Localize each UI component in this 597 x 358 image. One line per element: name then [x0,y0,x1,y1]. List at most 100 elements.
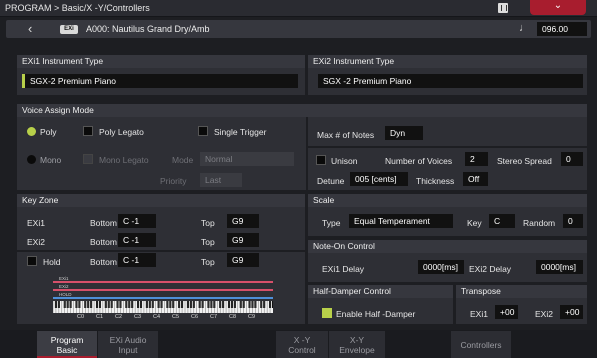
thickness-label: Thickness [416,176,455,186]
exi-bank-badge: EXi [60,25,78,34]
enable-half-damper-checkbox[interactable] [322,308,332,318]
number-of-voices-value[interactable]: 2 [465,152,488,166]
quarter-note-icon: ♩ [519,22,530,34]
page-menu-icon[interactable] [498,3,508,13]
exi2-zone-label: EXi2 [27,237,45,247]
transpose-exi2-label: EXi2 [535,309,553,319]
priority-label: Priority [160,176,187,186]
scale-header: Scale [308,194,587,207]
octave-label: C9 [248,314,256,320]
poly-label: Poly [40,127,57,137]
exi2-delay-value[interactable]: 0000[ms] [536,260,583,274]
tab-controllers[interactable]: Controllers [451,331,511,358]
priority-value[interactable]: Last [200,173,242,187]
mono-radio[interactable] [27,155,36,164]
scale-random-value[interactable]: 0 [563,214,583,228]
octave-label: C5 [172,314,180,320]
stereo-spread-label: Stereo Spread [497,156,552,166]
exi1-top-label: Top [201,218,215,228]
exi2-top-value[interactable]: G9 [227,233,259,247]
tab-label-line1: Program [50,335,84,345]
number-of-voices-label: Number of Voices [385,156,453,166]
octave-label: C8 [229,314,237,320]
page-path: PROGRAM > Basic/X -Y/Controllers [5,3,150,13]
octave-label: C3 [134,314,142,320]
stereo-spread-value[interactable]: 0 [561,152,583,166]
chevron-down-icon[interactable]: ⌄ [530,0,586,15]
tab-label-line1: EXi Audio [109,335,147,345]
tab-label-line2: Input [118,345,138,355]
max-notes-label: Max # of Notes [317,130,375,140]
exi1-bottom-value[interactable]: C -1 [118,214,156,228]
transpose-header: Transpose [456,285,587,298]
exi1-delay-value[interactable]: 0000[ms] [418,260,464,274]
mode-value[interactable]: Normal [200,152,294,166]
voice-assign-header: Voice Assign Mode [17,104,587,117]
enable-half-damper-label: Enable Half -Damper [336,309,416,319]
detune-value[interactable]: 005 [cents] [350,172,408,186]
exi2-bottom-value[interactable]: C -1 [118,233,156,247]
hold-bottom-value[interactable]: C -1 [118,253,156,267]
chevron-left-icon[interactable]: ‹ [28,21,32,36]
hold-checkbox[interactable] [27,256,37,266]
unison-label: Unison [331,156,358,166]
exi1-bottom-label: Bottom [90,218,117,228]
poly-radio[interactable] [27,127,36,136]
tab-label-line2: Basic [56,345,78,355]
transpose-exi1-value[interactable]: +00 [495,305,518,319]
piano-keys [53,301,273,313]
exi1-instrument-type[interactable]: SGX-2 Premium Piano [22,74,298,88]
title-bar: PROGRAM > Basic/X -Y/Controllers ⌄ [0,0,597,17]
scale-key-label: Key [467,218,482,228]
tab-label-line1: Controllers [460,340,502,350]
single-trigger-label: Single Trigger [214,127,267,137]
scale-random-label: Random [523,218,556,228]
octave-label: C1 [96,314,104,320]
unison-checkbox[interactable] [316,155,326,165]
hold-bottom-label: Bottom [90,257,117,267]
exi2-bottom-label: Bottom [90,237,117,247]
single-trigger-checkbox[interactable] [198,126,208,136]
octave-label: C4 [153,314,161,320]
voice-assign-divider [306,117,308,190]
max-notes-value[interactable]: Dyn [385,126,423,140]
hold-label: Hold [43,257,61,267]
note-on-header: Note-On Control [308,240,587,253]
mode-label: Mode [172,155,194,165]
scale-type-label: Type [322,218,341,228]
octave-label: C0 [77,314,85,320]
transpose-exi2-value[interactable]: +00 [560,305,583,319]
program-select-bar[interactable]: ‹ EXi A000: Nautilus Grand Dry/Amb ♩ 096… [6,20,591,38]
transpose-exi1-label: EXi1 [470,309,488,319]
poly-legato-checkbox[interactable] [83,126,93,136]
exi1-zone-label: EXi1 [27,218,45,228]
detune-label: Detune [317,176,345,186]
exi2-delay-label: EXi2 Delay [469,264,512,274]
scale-type-value[interactable]: Equal Temperament [349,214,453,228]
key-zone-header: Key Zone [17,194,305,207]
tab-label-line1: X-Y [349,335,365,345]
exi2-instrument-header: EXi2 Instrument Type [308,55,587,68]
tab-program-basic[interactable]: Program Basic [37,331,97,358]
hold-top-value[interactable]: G9 [227,253,259,267]
octave-label: C6 [191,314,199,320]
hold-zone-line [53,297,273,299]
scale-key-value[interactable]: C [489,214,515,228]
mono-legato-checkbox[interactable] [83,154,93,164]
thickness-value[interactable]: Off [463,172,488,186]
unison-divider [308,146,587,148]
exi2-zone-line [53,289,273,291]
octave-label: C2 [115,314,123,320]
program-name[interactable]: A000: Nautilus Grand Dry/Amb [86,24,210,34]
tab-xy-control[interactable]: X -Y Control [276,331,328,358]
exi2-top-label: Top [201,237,215,247]
tab-xy-envelope[interactable]: X-Y Envelope [329,331,385,358]
exi2-instrument-type[interactable]: SGX -2 Premium Piano [318,74,583,88]
mono-legato-label: Mono Legato [99,155,149,165]
tab-exi-audio-input[interactable]: EXi Audio Input [98,331,158,358]
exi1-zone-line [53,281,273,283]
exi1-delay-label: EXi1 Delay [322,264,365,274]
poly-legato-label: Poly Legato [99,127,144,137]
exi1-top-value[interactable]: G9 [227,214,259,228]
tempo-value[interactable]: 096.00 [537,22,587,36]
